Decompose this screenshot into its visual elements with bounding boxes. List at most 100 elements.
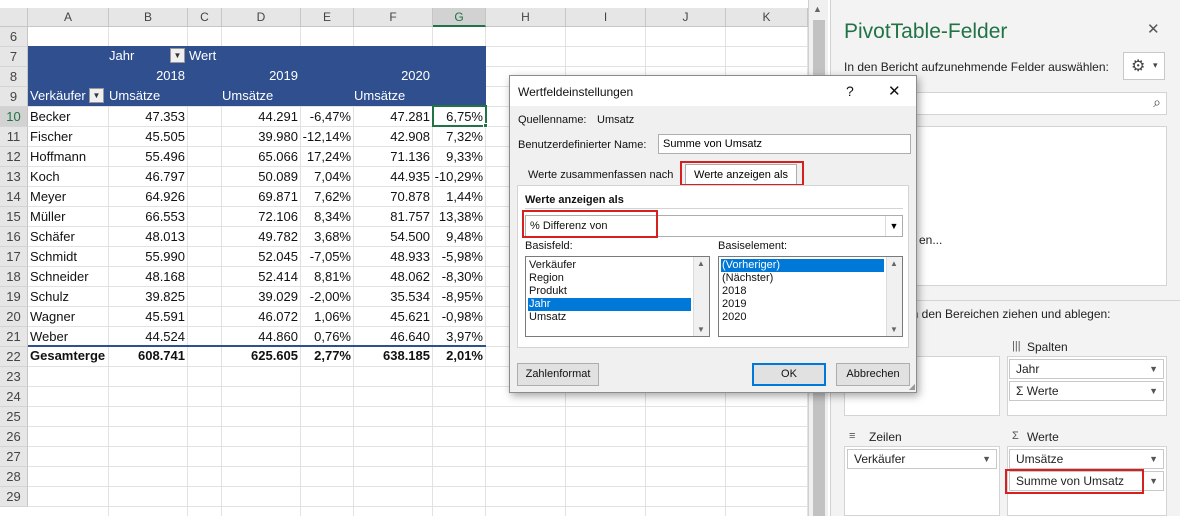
cell-p2019[interactable]: 1,06% [301, 307, 354, 327]
cell-v2019[interactable]: 72.106 [222, 207, 301, 227]
row-header-21[interactable]: 21 [0, 327, 28, 347]
cell-v2018[interactable]: 45.591 [109, 307, 188, 327]
cell-v2020[interactable]: 71.136 [354, 147, 433, 167]
cell-v2020[interactable]: 81.757 [354, 207, 433, 227]
chevron-down-icon[interactable]: ▼ [885, 216, 902, 236]
column-header-d[interactable]: D [222, 8, 301, 27]
cell-v2019[interactable]: 50.089 [222, 167, 301, 187]
cell-p2020[interactable]: -0,98% [433, 307, 486, 327]
chevron-down-icon[interactable]: ▼ [1149, 360, 1158, 378]
chevron-down-icon[interactable]: ▼ [1149, 450, 1158, 468]
row-header-23[interactable]: 23 [0, 367, 28, 387]
cell-seller[interactable]: Weber [30, 327, 68, 347]
cell-v2019[interactable]: 65.066 [222, 147, 301, 167]
cell-seller[interactable]: Müller [30, 207, 65, 227]
jahr-filter-button[interactable]: ▼ [170, 48, 185, 63]
cell-v2020[interactable]: 70.878 [354, 187, 433, 207]
column-header-h[interactable]: H [486, 8, 566, 27]
row-header-7[interactable]: 7 [0, 47, 28, 67]
cell-p2019[interactable]: 7,04% [301, 167, 354, 187]
row-header-27[interactable]: 27 [0, 447, 28, 467]
select-all-corner[interactable] [0, 8, 28, 27]
base-item-item[interactable]: 2020 [721, 311, 884, 324]
cell-p2019[interactable]: 3,68% [301, 227, 354, 247]
base-item-list[interactable]: (Vorheriger) (Nächster) 2018 2019 2020 ▲ ▼ [718, 256, 903, 337]
column-header-e[interactable]: E [301, 8, 354, 27]
base-field-item[interactable]: Produkt [528, 285, 691, 298]
base-field-scrollbar[interactable]: ▲ ▼ [693, 257, 709, 336]
active-cell-g10[interactable] [432, 105, 487, 127]
cell-v2020[interactable]: 35.534 [354, 287, 433, 307]
row-header-28[interactable]: 28 [0, 467, 28, 487]
fill-handle[interactable] [483, 123, 488, 128]
column-header-i[interactable]: I [566, 8, 646, 27]
tools-gear-button[interactable]: ⚙ ▾ [1123, 52, 1165, 80]
cell-p2020[interactable]: -5,98% [433, 247, 486, 267]
row-header-14[interactable]: 14 [0, 187, 28, 207]
column-header-b[interactable]: B [109, 8, 188, 27]
cell-v2019[interactable]: 39.029 [222, 287, 301, 307]
base-item-item[interactable]: 2018 [721, 285, 884, 298]
row-header-20[interactable]: 20 [0, 307, 28, 327]
scroll-down-icon[interactable]: ▼ [890, 325, 898, 334]
cell-p2020[interactable]: 13,38% [433, 207, 486, 227]
values-field-umsaetze[interactable]: Umsätze ▼ [1009, 449, 1164, 469]
cell-v2020[interactable]: 47.281 [354, 107, 433, 127]
cell-p2019[interactable]: 7,62% [301, 187, 354, 207]
cell-v2019[interactable]: 49.782 [222, 227, 301, 247]
column-header-j[interactable]: J [646, 8, 726, 27]
scroll-up-icon[interactable]: ▲ [697, 259, 705, 268]
row-header-10[interactable]: 10 [0, 107, 28, 127]
cell-v2018[interactable]: 64.926 [109, 187, 188, 207]
cell-v2018[interactable]: 45.505 [109, 127, 188, 147]
scroll-up-icon[interactable]: ▲ [813, 4, 822, 14]
cell-seller[interactable]: Schneider [30, 267, 89, 287]
columns-field-werte[interactable]: Σ Werte ▼ [1009, 381, 1164, 401]
cancel-button[interactable]: Abbrechen [836, 363, 910, 386]
cell-p2019[interactable]: 8,34% [301, 207, 354, 227]
base-field-item[interactable]: Verkäufer [528, 259, 691, 272]
column-header-c[interactable]: C [188, 8, 222, 27]
cell-v2020[interactable]: 48.933 [354, 247, 433, 267]
base-item-item[interactable]: (Nächster) [721, 272, 884, 285]
row-header-13[interactable]: 13 [0, 167, 28, 187]
cell-v2020[interactable]: 44.935 [354, 167, 433, 187]
cell-seller[interactable]: Hoffmann [30, 147, 86, 167]
pane-close-icon[interactable]: ✕ [1147, 20, 1160, 38]
row-header-8[interactable]: 8 [0, 67, 28, 87]
base-item-item[interactable]: (Vorheriger) [721, 259, 884, 272]
rows-field-verkaeufer[interactable]: Verkäufer ▼ [847, 449, 997, 469]
cell-v2019[interactable]: 39.980 [222, 127, 301, 147]
cell-seller[interactable]: Schmidt [30, 247, 77, 267]
row-header-17[interactable]: 17 [0, 247, 28, 267]
cell-seller[interactable]: Koch [30, 167, 60, 187]
column-header-a[interactable]: A [28, 8, 109, 27]
base-field-list[interactable]: Verkäufer Region Produkt Jahr Umsatz ▲ ▼ [525, 256, 710, 337]
cell-p2020[interactable]: -8,30% [433, 267, 486, 287]
custom-name-input[interactable]: Summe von Umsatz [658, 134, 911, 154]
scroll-down-icon[interactable]: ▼ [697, 325, 705, 334]
cell-v2018[interactable]: 44.524 [109, 327, 188, 347]
cell-seller[interactable]: Schulz [30, 287, 69, 307]
columns-field-jahr[interactable]: Jahr ▼ [1009, 359, 1164, 379]
row-header-9[interactable]: 9 [0, 87, 28, 107]
row-header-16[interactable]: 16 [0, 227, 28, 247]
cell-v2019[interactable]: 46.072 [222, 307, 301, 327]
cell-p2020[interactable]: 9,33% [433, 147, 486, 167]
chevron-down-icon[interactable]: ▼ [1149, 382, 1158, 400]
cell-v2018[interactable]: 48.168 [109, 267, 188, 287]
chevron-down-icon[interactable]: ▼ [982, 450, 991, 468]
base-field-item[interactable]: Region [528, 272, 691, 285]
cell-v2018[interactable]: 48.013 [109, 227, 188, 247]
tab-summarize[interactable]: Werte zusammenfassen nach [528, 169, 673, 181]
cell-v2018[interactable]: 55.990 [109, 247, 188, 267]
cell-p2019[interactable]: 0,76% [301, 327, 354, 347]
row-header-12[interactable]: 12 [0, 147, 28, 167]
base-field-item[interactable]: Umsatz [528, 311, 691, 324]
base-item-scrollbar[interactable]: ▲ ▼ [886, 257, 902, 336]
resize-grip-icon[interactable]: ◢ [909, 382, 915, 391]
cell-v2018[interactable]: 46.797 [109, 167, 188, 187]
ok-button[interactable]: OK [752, 363, 826, 386]
scroll-up-icon[interactable]: ▲ [890, 259, 898, 268]
row-header-19[interactable]: 19 [0, 287, 28, 307]
